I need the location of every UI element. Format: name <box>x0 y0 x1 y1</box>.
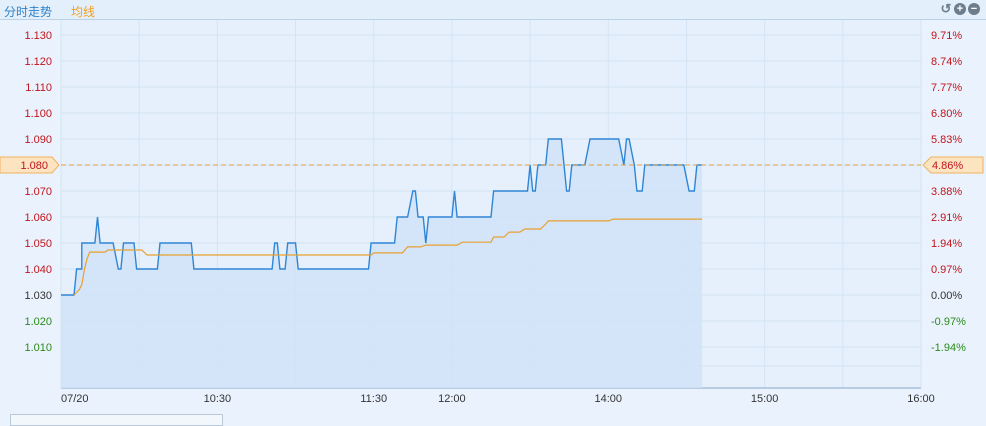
pct-tick-label: 1.94% <box>931 238 962 250</box>
y-tick-label: 1.070 <box>24 186 52 198</box>
pct-tick-label: 9.71% <box>931 30 962 42</box>
x-tick-label: 11:30 <box>360 393 387 405</box>
x-tick-label: 16:00 <box>907 393 935 405</box>
y-tick-label: 1.060 <box>24 212 52 224</box>
pct-tick-label: -1.94% <box>931 342 966 354</box>
y-tick-label: 1.030 <box>24 290 52 302</box>
y-tick-label: 1.130 <box>24 30 52 42</box>
y-tick-label: 1.120 <box>24 56 52 68</box>
scroll-panel[interactable] <box>10 414 223 426</box>
current-pct-label: 4.86% <box>932 160 963 172</box>
pct-tick-label: -0.97% <box>931 316 966 328</box>
y-tick-label: 1.050 <box>24 238 52 250</box>
pct-tick-label: 3.88% <box>931 186 962 198</box>
pct-tick-label: 8.74% <box>931 56 962 68</box>
intraday-chart: 1.130 9.71% 1.120 8.74% 1.110 7.77% 1.100 6.80%… <box>0 20 984 405</box>
current-price-label: 1.080 <box>20 160 48 172</box>
y-tick-label: 1.020 <box>24 316 52 328</box>
pct-tick-label: 5.83% <box>931 134 962 146</box>
y-tick-label: 1.040 <box>24 264 52 276</box>
pct-tick-label: 0.97% <box>931 264 962 276</box>
x-tick-label: 07/20 <box>61 393 89 405</box>
y-tick-label: 1.090 <box>24 134 52 146</box>
x-tick-label: 14:00 <box>595 393 623 405</box>
pct-tick-label: 2.91% <box>931 212 962 224</box>
x-tick-label: 10:30 <box>204 393 232 405</box>
pct-tick-label: 7.77% <box>931 82 962 94</box>
y-tick-label: 1.110 <box>25 82 52 94</box>
y-tick-label: 1.100 <box>24 108 52 120</box>
x-tick-label: 12:00 <box>438 393 466 405</box>
pct-tick-label: 6.80% <box>931 108 962 120</box>
pct-tick-label: 0.00% <box>931 290 962 302</box>
y-tick-label: 1.010 <box>24 342 52 354</box>
x-tick-label: 15:00 <box>751 393 779 405</box>
